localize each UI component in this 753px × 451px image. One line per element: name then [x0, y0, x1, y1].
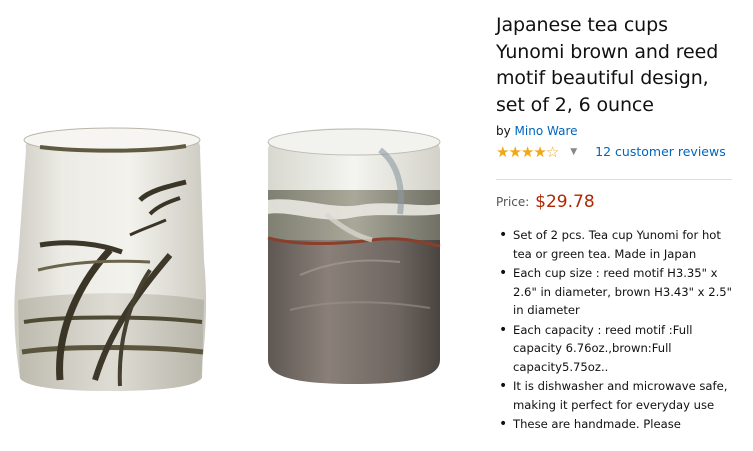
- star-icon: ★: [496, 143, 509, 161]
- feature-bullets: Set of 2 pcs. Tea cup Yunomi for hot tea…: [496, 226, 741, 434]
- star-icon: ★: [533, 143, 546, 161]
- star-rating[interactable]: ★★★★☆: [496, 142, 559, 162]
- byline-prefix: by: [496, 124, 511, 138]
- brand-link[interactable]: Mino Ware: [515, 124, 578, 138]
- title-line: Yunomi brown and reed: [496, 40, 719, 63]
- brown-cup: [267, 128, 441, 384]
- star-empty-icon: ☆: [545, 143, 559, 161]
- reed-motif-cup: [14, 127, 207, 391]
- product-details: Japanese tea cups Yunomi brown and reed …: [496, 12, 741, 435]
- ratings: ★★★★☆ ▼ 12 customer reviews: [496, 142, 741, 162]
- price-row: Price: $29.78: [496, 192, 741, 212]
- star-icon: ★: [508, 143, 521, 161]
- feature-bullet: It is dishwasher and microwave safe, mak…: [496, 377, 741, 414]
- price-amount: $29.78: [535, 192, 595, 212]
- star-icon: ★: [520, 143, 534, 161]
- feature-bullet: Set of 2 pcs. Tea cup Yunomi for hot tea…: [496, 226, 741, 263]
- product-image[interactable]: [0, 0, 475, 451]
- title-line: Japanese tea cups: [496, 14, 668, 36]
- feature-bullet: These are handmade. Please: [496, 415, 741, 434]
- title-line: motif beautiful design,: [496, 67, 709, 89]
- byline: by Mino Ware: [496, 124, 741, 138]
- divider: [496, 179, 732, 180]
- product-title: Japanese tea cups Yunomi brown and reed …: [496, 12, 741, 118]
- price-label: Price:: [496, 195, 530, 209]
- title-line: set of 2, 6 ounce: [496, 93, 654, 116]
- feature-bullet: Each cup size : reed motif H3.35" x 2.6"…: [496, 264, 741, 320]
- feature-bullet: Each capacity : reed motif :Full capacit…: [496, 321, 741, 377]
- chevron-down-icon[interactable]: ▼: [570, 142, 577, 162]
- customer-reviews-link[interactable]: 12 customer reviews: [595, 144, 726, 159]
